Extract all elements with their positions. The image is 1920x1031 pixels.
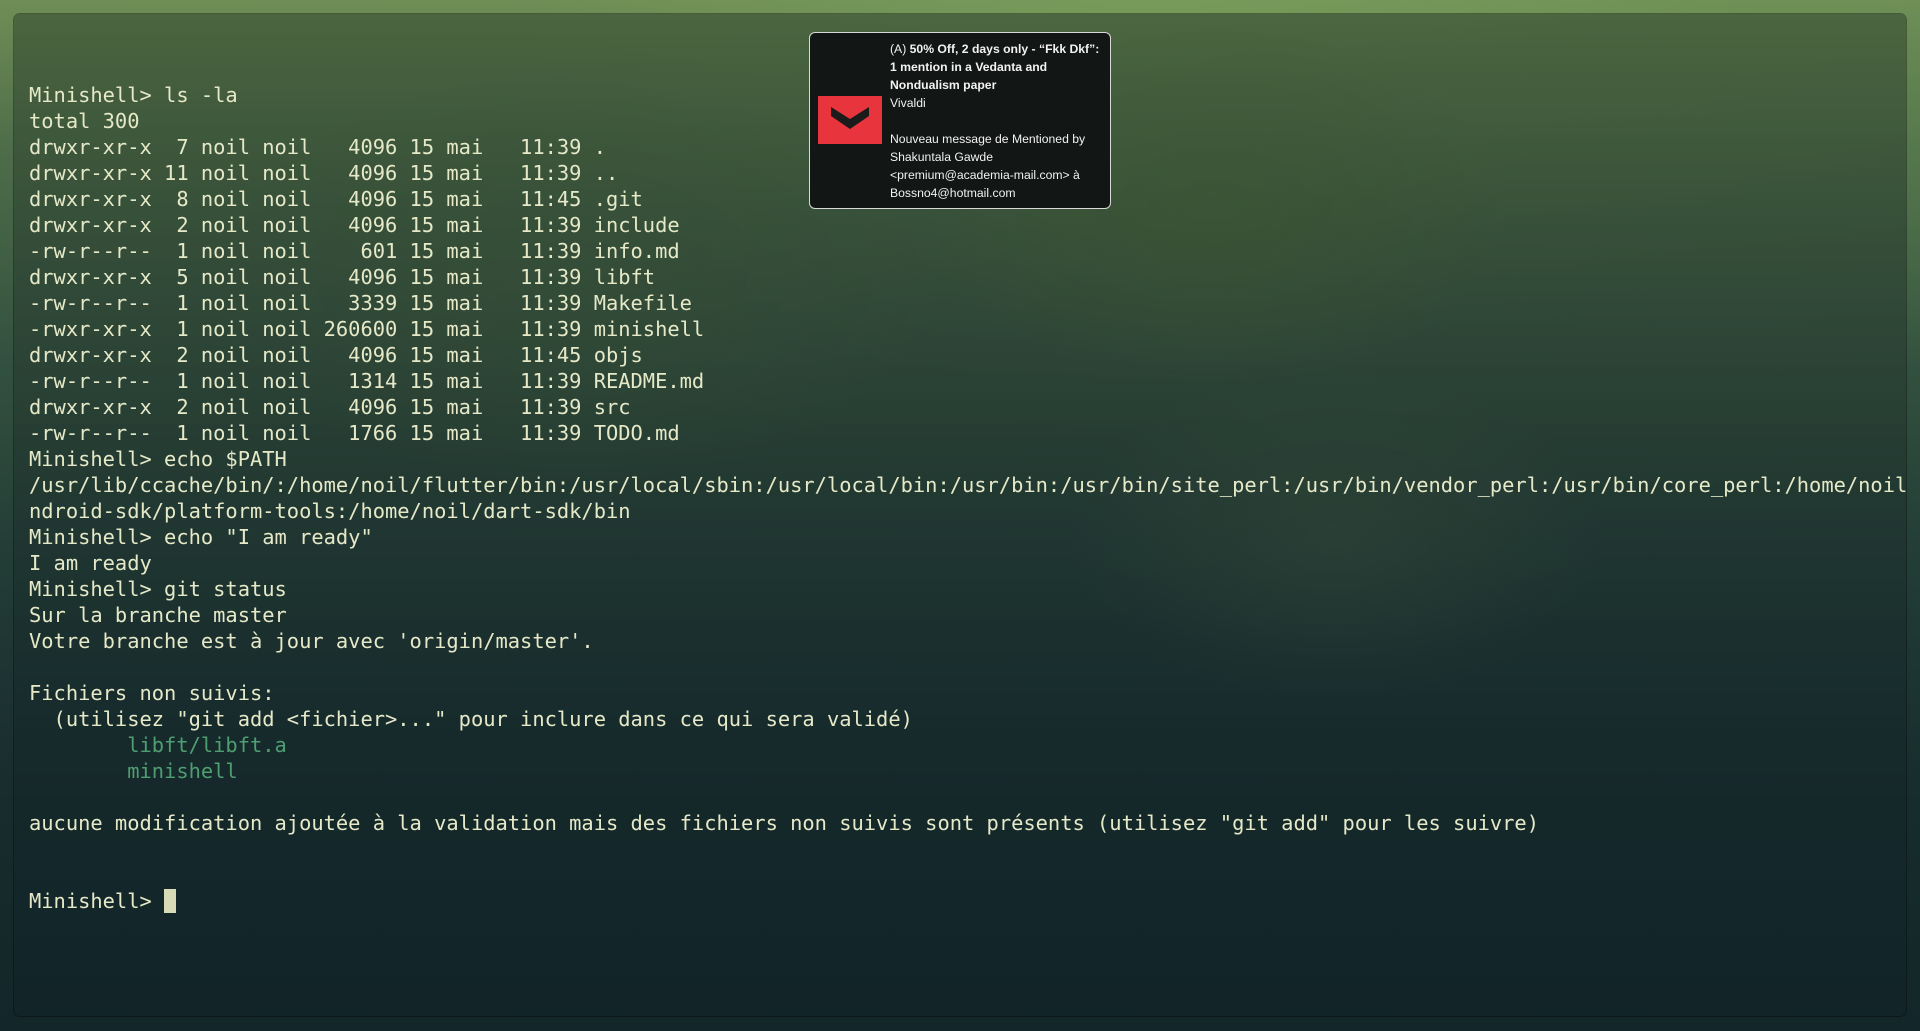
terminal-prompt-line[interactable]: Minishell> (29, 888, 1906, 914)
desktop-wallpaper: Minishell> ls -la total 300 drwxr-xr-x 7 n… (0, 0, 1920, 1031)
terminal-line: Minishell> echo $PATH (29, 447, 287, 471)
terminal-line: ndroid-sdk/platform-tools:/home/noil/dar… (29, 499, 631, 523)
terminal-line: -rw-r--r-- 1 noil noil 1766 15 mai 11:39… (29, 421, 680, 445)
notification-header: (A) 50% Off, 2 days only - “Fkk Dkf”: 1 … (890, 40, 1106, 94)
terminal-line: drwxr-xr-x 2 noil noil 4096 15 mai 11:39… (29, 213, 680, 237)
terminal-line: -rwxr-xr-x 1 noil noil 260600 15 mai 11:… (29, 317, 705, 341)
untracked-file-line: minishell (29, 759, 238, 783)
terminal-line: -rw-r--r-- 1 noil noil 1314 15 mai 11:39… (29, 369, 705, 393)
notification-app-name: Vivaldi (890, 96, 926, 110)
terminal-line: /usr/lib/ccache/bin/:/home/noil/flutter/… (29, 473, 1906, 497)
terminal-line: (utilisez "git add <fichier>..." pour in… (29, 707, 913, 731)
prompt-text: Minishell> (29, 889, 165, 913)
untracked-file-line: libft/libft.a (29, 733, 287, 757)
notification-content: (A) 50% Off, 2 days only - “Fkk Dkf”: 1 … (890, 40, 1106, 202)
terminal-line: aucune modification ajoutée à la validat… (29, 811, 1539, 835)
terminal-line: Votre branche est à jour avec 'origin/ma… (29, 629, 594, 653)
terminal-line: Minishell> echo "I am ready" (29, 525, 373, 549)
terminal-line: Fichiers non suivis: (29, 681, 275, 705)
terminal-line: -rw-r--r-- 1 noil noil 3339 15 mai 11:39… (29, 291, 692, 315)
email-chevron-icon (818, 96, 882, 144)
text-cursor (164, 889, 177, 913)
terminal-line: drwxr-xr-x 2 noil noil 4096 15 mai 11:39… (29, 395, 631, 419)
notification-tag: (A) (890, 42, 910, 56)
terminal-line: drwxr-xr-x 2 noil noil 4096 15 mai 11:45… (29, 343, 643, 367)
notification-body: Nouveau message de Mentioned by Shakunta… (890, 132, 1086, 200)
terminal-line: I am ready (29, 551, 152, 575)
notification-title: 50% Off, 2 days only - “Fkk Dkf”: 1 ment… (890, 42, 1100, 92)
notification-popup[interactable]: (A) 50% Off, 2 days only - “Fkk Dkf”: 1 … (809, 32, 1111, 209)
terminal-line: Sur la branche master (29, 603, 287, 627)
terminal-line: drwxr-xr-x 5 noil noil 4096 15 mai 11:39… (29, 265, 656, 289)
terminal-line: Minishell> git status (29, 577, 287, 601)
terminal-line: -rw-r--r-- 1 noil noil 601 15 mai 11:39 … (29, 239, 680, 263)
